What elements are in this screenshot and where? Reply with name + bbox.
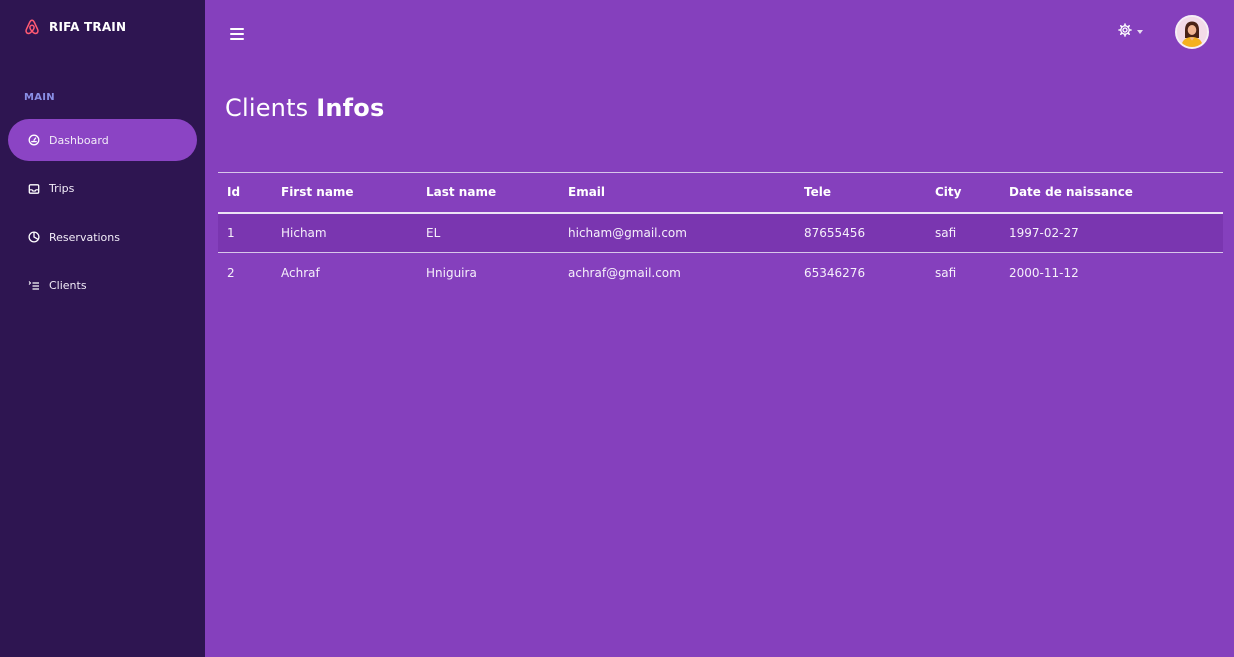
table-body: 1 Hicham EL hicham@gmail.com 87655456 sa… [218,212,1223,293]
main-content: Clients Infos Id First name Last name Em… [205,0,1234,657]
cell-city: safi [935,265,957,280]
column-header-email[interactable]: Email [559,173,795,213]
cell-first-name: Hicham [281,225,327,240]
sidebar-item-label: Reservations [49,230,120,244]
gauge-icon [28,134,40,146]
cell-first-name: Achraf [281,265,320,280]
cell-date-de-naissance: 2000-11-12 [1009,265,1079,280]
cell-tele: 87655456 [804,225,866,240]
brand[interactable]: RIFA TRAIN [24,18,126,36]
page-title: Clients Infos [225,94,384,122]
table-header-row: Id First name Last name Email Tele City … [218,172,1223,213]
column-header-id[interactable]: Id [218,173,272,213]
inbox-icon [28,183,40,195]
table-row[interactable]: 2 Achraf Hniguira achraf@gmail.com 65346… [218,253,1223,293]
sidebar-item-trips[interactable]: Trips [8,168,197,210]
pie-chart-icon [28,231,40,243]
cell-city: safi [935,225,957,240]
table-header: Id First name Last name Email Tele City … [218,172,1223,213]
cell-last-name: Hniguira [426,265,477,280]
sidebar-item-clients[interactable]: Clients [8,265,197,307]
hamburger-icon[interactable] [230,28,244,40]
page-title-light: Clients [225,94,309,122]
column-header-date-de-naissance[interactable]: Date de naissance [1000,173,1223,213]
cell-email: hicham@gmail.com [568,225,687,240]
gear-icon [1118,22,1132,41]
cell-id: 2 [227,265,235,280]
column-header-city[interactable]: City [926,173,1000,213]
airbnb-logo-icon [24,18,40,36]
table-row[interactable]: 1 Hicham EL hicham@gmail.com 87655456 sa… [218,212,1223,253]
clients-table-container: Id First name Last name Email Tele City … [218,172,1223,293]
avatar[interactable] [1175,15,1209,49]
cell-email: achraf@gmail.com [568,265,681,280]
sidebar-item-dashboard[interactable]: Dashboard [8,119,197,161]
clients-table: Id First name Last name Email Tele City … [218,172,1223,293]
sidebar-item-label: Trips [49,182,75,195]
sidebar: RIFA TRAIN MAIN Dashboard Trips Reservat… [0,0,205,657]
app-root: RIFA TRAIN MAIN Dashboard Trips Reservat… [0,0,1234,657]
chevron-down-icon [1137,29,1143,34]
column-header-last-name[interactable]: Last name [417,173,559,213]
sidebar-section-label: MAIN [24,92,55,103]
settings-dropdown[interactable] [1118,22,1143,41]
sidebar-item-label: Clients [49,279,87,292]
page-title-bold: Infos [316,94,385,122]
list-icon [28,280,40,292]
sidebar-item-label: Dashboard [49,133,109,147]
sidebar-nav: Dashboard Trips Reservations Clients [8,119,197,313]
cell-last-name: EL [426,225,441,240]
sidebar-item-reservations[interactable]: Reservations [8,216,197,258]
brand-name: RIFA TRAIN [49,20,127,34]
cell-date-de-naissance: 1997-02-27 [1009,225,1079,240]
cell-id: 1 [227,225,235,240]
column-header-first-name[interactable]: First name [272,173,417,213]
cell-tele: 65346276 [804,265,866,280]
column-header-tele[interactable]: Tele [795,173,926,213]
